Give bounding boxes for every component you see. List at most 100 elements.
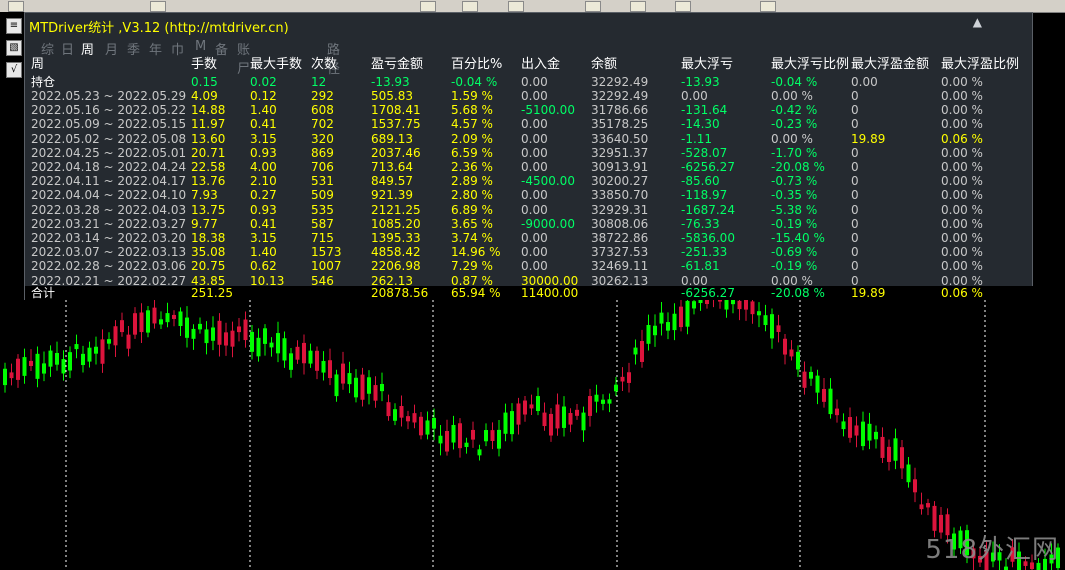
header-percent[interactable]: 百分比% [451,57,502,73]
cell-deposit: 0.00 [521,75,548,89]
candle-body [490,430,495,441]
candle-body [692,301,696,309]
candle-body [757,311,761,316]
cell-deposit: -5100.00 [521,103,575,118]
cell-deposit: 0.00 [521,202,548,217]
cell-max-lots: 0.93 [250,145,277,160]
collapse-icon[interactable]: ▲ [973,15,982,29]
cell-deposit: 0.00 [521,160,548,174]
cell-max-float-profit: 0 [851,160,859,174]
toolbar-button[interactable] [462,1,478,12]
header-count[interactable]: 次数 [311,57,337,73]
tab-month[interactable]: 月 [105,39,118,58]
toolbar-button[interactable] [508,1,524,12]
candle-body [620,376,625,382]
toolbar-button[interactable] [630,1,646,12]
tab-quarter[interactable]: 季 [127,39,140,58]
cell-balance: 33850.70 [591,188,649,203]
cell-percent: 4.57 % [451,117,493,132]
header-max-float-loss-pct[interactable]: 最大浮亏比例 [771,57,849,73]
cell-max-float-loss-pct: -20.08 % [771,160,825,174]
tab-week[interactable]: 周 [81,39,94,58]
table-row-total: 合计 251.25 20878.56 65.94 % 11400.00 -6256.27 -… [25,286,1034,300]
cell-max-float-profit: 0 [851,231,859,245]
toolbar-button[interactable] [760,1,776,12]
candle-body [393,409,397,421]
table-row: 2022.05.16 ~ 2022.05.22 14.88 1.40 608 1708.… [25,103,1034,117]
cell-max-float-loss-pct: -0.19 % [771,216,818,231]
cell-deposit: -9000.00 [521,216,575,231]
candle-body [516,403,521,425]
cell-pnl: 20878.56 [371,286,429,300]
candle-body [666,322,670,331]
candle-body [900,447,904,469]
candle-body [438,435,443,444]
cell-lots: 14.88 [191,103,226,118]
cell-max-float-profit: 0 [851,202,859,217]
candle-body [828,388,833,415]
header-week[interactable]: 周 [31,57,44,73]
grid-icon[interactable]: ▧ [6,40,22,56]
candle-body [822,388,826,402]
cell-max-float-profit: 0 [851,188,859,203]
cell-max-float-loss: -528.07 [681,145,728,160]
header-max-float-profit[interactable]: 最大浮盈金额 [851,57,929,73]
candle-body [926,503,930,508]
candle-body [399,406,404,418]
cell-balance: 32951.37 [591,145,649,160]
cell-week: 合计 [31,286,56,300]
candle-body [74,344,79,350]
tab-currency[interactable]: 巾 [171,39,184,58]
tab-magic[interactable]: M [195,39,206,54]
cell-max-lots: 0.41 [250,117,277,132]
toolbar-button[interactable] [8,1,24,12]
cell-balance: 32292.49 [591,75,649,89]
cell-max-float-loss: -1.11 [681,131,713,146]
candle-body [809,371,813,379]
candle-body [263,328,267,344]
cell-percent: 7.29 % [451,259,493,274]
header-max-lots[interactable]: 最大手数 [250,57,302,73]
tab-note[interactable]: 备 [215,39,228,58]
candle-body [100,339,105,364]
check-icon[interactable]: √ [6,62,22,78]
header-balance[interactable]: 余额 [591,57,617,73]
tab-day[interactable]: 日 [61,39,74,58]
header-max-float-profit-pct[interactable]: 最大浮盈比例 [941,57,1019,73]
cell-deposit: 0.00 [521,145,548,160]
table-row-holding: 持仓 0.15 0.02 12 -13.93 -0.04 % 0.00 32292.49 -13… [25,75,1034,89]
header-lots[interactable]: 手数 [191,57,217,73]
cell-lots: 35.08 [191,245,226,260]
header-deposit[interactable]: 出入金 [521,57,560,73]
toolbar-button[interactable] [150,1,166,12]
candle-body [458,423,462,449]
cell-percent: 65.94 % [451,286,501,300]
cell-deposit: 0.00 [521,188,548,203]
candle-body [906,464,911,483]
toolbar-button[interactable] [675,1,691,12]
cell-percent: -0.04 % [451,75,498,89]
cell-count: 509 [311,188,334,203]
candle-body [315,350,319,371]
candle-body [425,420,430,435]
cell-max-float-profit: 0.00 [851,75,878,89]
cell-pnl: 505.83 [371,89,413,103]
candle-body [672,313,677,331]
tab-summary[interactable]: 综 [41,39,54,58]
header-max-float-loss[interactable]: 最大浮亏 [681,57,733,73]
toolbar-button[interactable] [420,1,436,12]
tab-year[interactable]: 年 [149,39,162,58]
add-icon[interactable] [585,1,601,12]
candle-body [627,372,631,383]
menu-icon[interactable]: ≡ [6,18,22,34]
candle-body [503,412,508,434]
cell-count: 869 [311,145,334,160]
candle-body [750,301,755,315]
candle-body [542,412,547,427]
header-pnl[interactable]: 盈亏金额 [371,57,423,73]
cell-max-lots: 0.02 [250,75,277,89]
table-row: 2022.03.14 ~ 2022.03.20 18.38 3.15 715 1395.… [25,231,1034,245]
candle-body [107,339,111,344]
candle-body [562,406,566,428]
candle-body [770,314,774,339]
